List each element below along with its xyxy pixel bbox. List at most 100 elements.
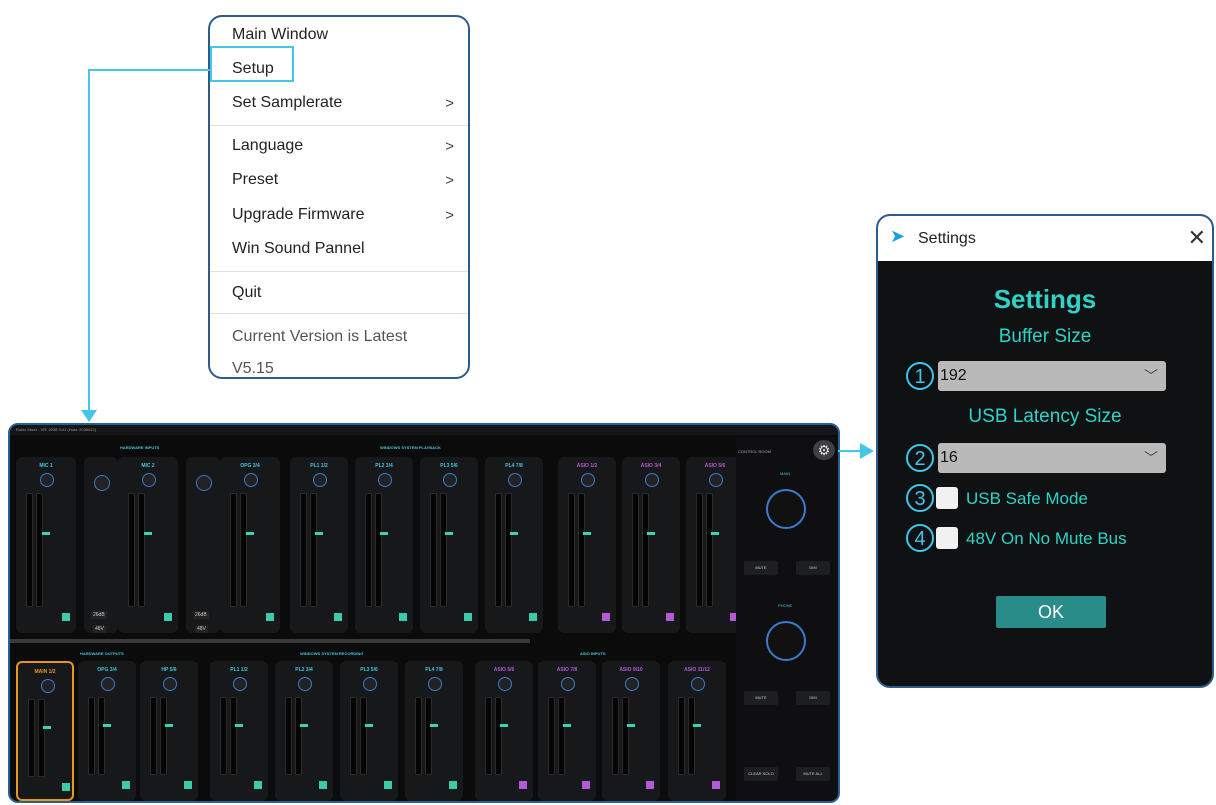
menu-item-preset[interactable]: Preset > [232,165,454,195]
fader-handle[interactable] [430,723,438,727]
pan-knob[interactable] [233,677,247,691]
link-button[interactable] [602,613,610,621]
fader-handle[interactable] [583,532,591,536]
fader-handle[interactable] [315,532,323,536]
settings-dialog: ➤ Settings ✕ Settings Buffer Size 1 192 … [876,214,1214,688]
close-icon[interactable]: ✕ [1188,225,1206,251]
usb-latency-select[interactable]: 16 ﹀ [938,443,1166,473]
section-hardware-inputs: HARDWARE INPUTS [120,445,160,450]
pan-knob[interactable] [41,679,55,693]
fader-handle[interactable] [627,723,635,727]
phone-volume-knob[interactable] [766,621,806,661]
menu-item-quit[interactable]: Quit [232,278,454,308]
link-button[interactable] [62,783,70,791]
fader-handle[interactable] [43,725,51,729]
link-button[interactable] [582,781,590,789]
gain-knob[interactable] [94,475,110,491]
pan-knob[interactable] [645,473,659,487]
pan-knob[interactable] [363,677,377,691]
pan-knob[interactable] [498,677,512,691]
pan-knob[interactable] [625,677,639,691]
pan-knob[interactable] [142,473,156,487]
fader-handle[interactable] [246,532,254,536]
channel-name: ASIO 5/6 [493,667,515,673]
pan-knob[interactable] [508,473,522,487]
link-button[interactable] [519,781,527,789]
link-button[interactable] [666,613,674,621]
fader-handle[interactable] [42,532,50,536]
link-button[interactable] [122,781,130,789]
pan-knob[interactable] [101,677,115,691]
fader-handle[interactable] [300,723,308,727]
fader-handle[interactable] [693,723,701,727]
menu-item-win-sound-pannel[interactable]: Win Sound Pannel [232,234,454,264]
link-button[interactable] [164,613,172,621]
fader-handle[interactable] [235,723,243,727]
pan-knob[interactable] [691,677,705,691]
section-system-recording: WINDOWS SYSTEM RECORDING [300,651,364,656]
gear-icon[interactable]: ⚙ [813,440,835,460]
pan-knob[interactable] [313,473,327,487]
gain-label[interactable]: 26dB [91,611,107,619]
link-button[interactable] [449,781,457,789]
fader-handle[interactable] [510,532,518,536]
pan-knob[interactable] [378,473,392,487]
clear-solo-button[interactable]: CLEAR SOLO [744,767,778,781]
link-button[interactable] [384,781,392,789]
menu-item-upgrade-firmware[interactable]: Upgrade Firmware > [232,200,454,230]
pan-knob[interactable] [561,677,575,691]
link-button[interactable] [254,781,262,789]
link-button[interactable] [334,613,342,621]
link-button[interactable] [62,613,70,621]
ok-button[interactable]: OK [996,596,1106,628]
link-button[interactable] [266,613,274,621]
channel-strip: MAIN 1/2 [16,661,74,801]
gain-knob[interactable] [196,475,212,491]
link-button[interactable] [646,781,654,789]
link-button[interactable] [319,781,327,789]
pan-knob[interactable] [40,473,54,487]
level-meter [36,493,43,607]
fader-handle[interactable] [103,723,111,727]
channel-name: ASIO 3/4 [640,463,662,469]
pan-knob[interactable] [428,677,442,691]
main-volume-knob[interactable] [766,489,806,529]
phone-mute-button[interactable]: MUTE [744,691,778,705]
mute-bus-checkbox[interactable] [936,527,958,549]
phantom-label[interactable]: 48V [195,625,208,633]
pan-knob[interactable] [163,677,177,691]
fader-handle[interactable] [165,723,173,727]
horizontal-scrollbar[interactable] [10,639,530,643]
fader-handle[interactable] [380,532,388,536]
main-dim-button[interactable]: DIM [796,561,830,575]
fader-handle[interactable] [500,723,508,727]
link-button[interactable] [464,613,472,621]
channel-name: PL1 1/2 [230,667,248,673]
buffer-size-select[interactable]: 192 ﹀ [938,361,1166,391]
main-mute-button[interactable]: MUTE [744,561,778,575]
pan-knob[interactable] [443,473,457,487]
link-button[interactable] [399,613,407,621]
link-button[interactable] [184,781,192,789]
pan-knob[interactable] [709,473,723,487]
pan-knob[interactable] [298,677,312,691]
fader-handle[interactable] [365,723,373,727]
usb-safe-mode-checkbox[interactable] [936,487,958,509]
fader-handle[interactable] [563,723,571,727]
pan-knob[interactable] [244,473,258,487]
link-button[interactable] [712,781,720,789]
fader-handle[interactable] [711,532,719,536]
fader-handle[interactable] [647,532,655,536]
fader-handle[interactable] [445,532,453,536]
menu-item-language[interactable]: Language > [232,131,454,161]
phantom-label[interactable]: 48V [93,625,106,633]
menu-item-set-samplerate[interactable]: Set Samplerate > [232,88,454,118]
pan-knob[interactable] [581,473,595,487]
phone-dim-button[interactable]: DIM [796,691,830,705]
main-label: MAIN [780,471,790,476]
channel-name: ASIO 9/10 [619,667,643,673]
link-button[interactable] [529,613,537,621]
fader-handle[interactable] [144,532,152,536]
mute-all-button[interactable]: MUTE ALL [796,767,830,781]
gain-label[interactable]: 26dB [193,611,209,619]
